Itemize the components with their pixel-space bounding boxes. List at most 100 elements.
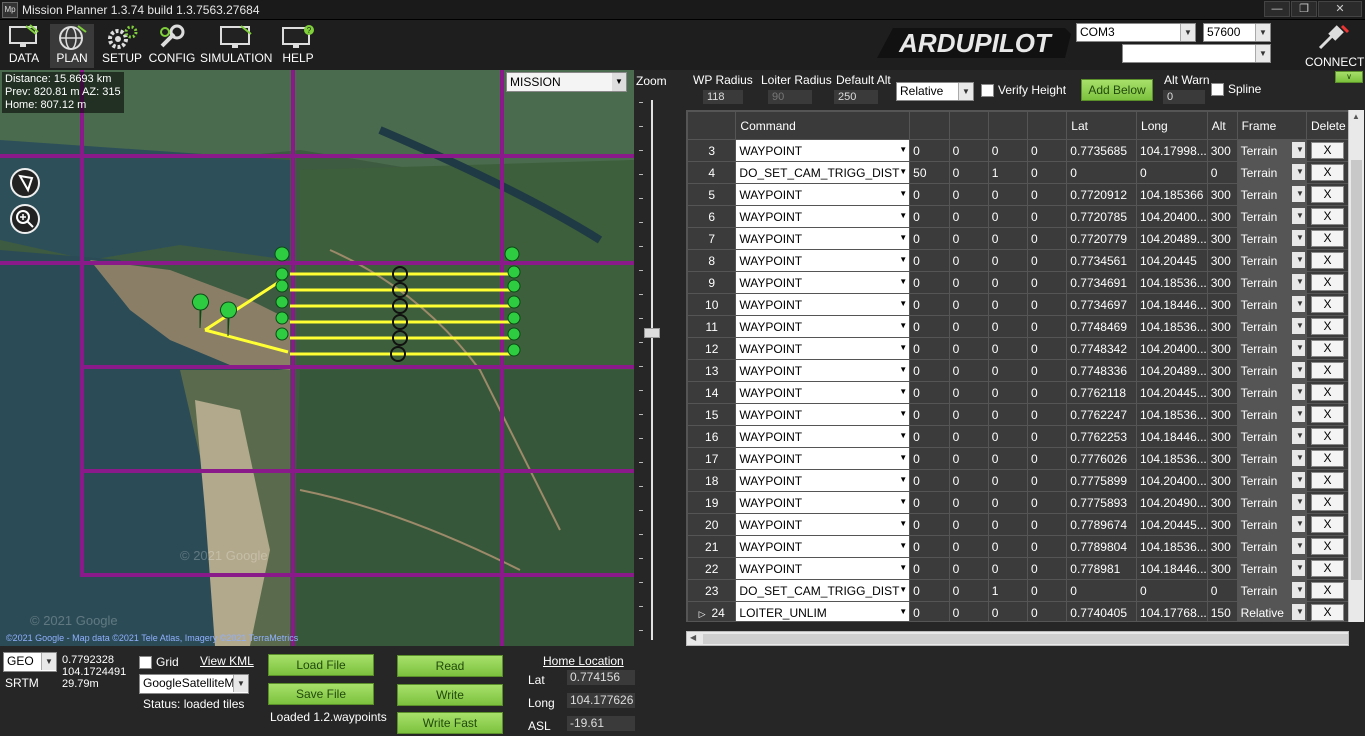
param2-cell[interactable]: 0 <box>948 227 989 250</box>
long-cell[interactable]: 104.17768... <box>1136 601 1208 621</box>
lat-cell[interactable]: 0.7720912 <box>1066 183 1138 206</box>
param2-cell[interactable]: 0 <box>948 535 989 558</box>
grid-vertical-scroll-thumb[interactable] <box>1351 160 1362 580</box>
alt-cell[interactable]: 300 <box>1206 425 1238 448</box>
polygon-tool-button[interactable] <box>10 168 40 198</box>
param3-cell[interactable]: 0 <box>987 557 1029 580</box>
delete-button[interactable]: X <box>1311 164 1344 181</box>
lat-cell[interactable]: 0.7789804 <box>1066 535 1138 558</box>
param1-cell[interactable]: 0 <box>909 139 950 162</box>
table-row[interactable]: 14 WAYPOINT ▼ 0 0 0 0 0.7762118 104.20445... 300 T… <box>687 381 1349 404</box>
alt-cell[interactable]: 300 <box>1206 447 1238 470</box>
param2-cell[interactable]: 0 <box>948 557 989 580</box>
command-select[interactable]: WAYPOINT ▼ <box>735 403 911 426</box>
delete-button[interactable]: X <box>1311 384 1344 401</box>
param3-cell[interactable]: 0 <box>987 227 1029 250</box>
param3-cell[interactable]: 0 <box>987 139 1029 162</box>
long-cell[interactable]: 104.20445... <box>1136 513 1208 536</box>
table-row[interactable]: 10 WAYPOINT ▼ 0 0 0 0 0.7734697 104.18446... 300 T… <box>687 293 1349 316</box>
view-kml-link[interactable]: View KML <box>200 654 254 668</box>
alt-cell[interactable]: 0 <box>1206 579 1238 602</box>
delete-button[interactable]: X <box>1311 208 1344 225</box>
frame-select[interactable]: Terrain ▼ <box>1236 403 1308 426</box>
lat-cell[interactable]: 0.7734691 <box>1066 271 1138 294</box>
header-lat[interactable]: Lat <box>1066 111 1138 140</box>
long-cell[interactable]: 0 <box>1136 161 1208 184</box>
long-cell[interactable]: 104.18536... <box>1136 403 1208 426</box>
frame-select[interactable]: Terrain ▼ <box>1236 491 1308 514</box>
frame-select[interactable]: Terrain ▼ <box>1236 227 1308 250</box>
param4-cell[interactable]: 0 <box>1027 403 1068 426</box>
lat-cell[interactable]: 0.7762118 <box>1066 381 1138 404</box>
com-port-select[interactable]: COM3 ▼ <box>1076 23 1196 42</box>
alt-cell[interactable]: 300 <box>1206 469 1238 492</box>
param4-cell[interactable]: 0 <box>1027 139 1068 162</box>
param4-cell[interactable]: 0 <box>1027 557 1068 580</box>
lat-cell[interactable]: 0.7734561 <box>1066 249 1138 272</box>
frame-select[interactable]: Terrain ▼ <box>1236 579 1308 602</box>
lat-cell[interactable]: 0.7748469 <box>1066 315 1138 338</box>
param1-cell[interactable]: 0 <box>909 293 950 316</box>
command-select[interactable]: WAYPOINT ▼ <box>735 425 911 448</box>
delete-button[interactable]: X <box>1311 428 1344 445</box>
command-select[interactable]: WAYPOINT ▼ <box>735 227 911 250</box>
alt-cell[interactable]: 300 <box>1206 183 1238 206</box>
param4-cell[interactable]: 0 <box>1027 359 1068 382</box>
lat-cell[interactable]: 0 <box>1066 579 1138 602</box>
delete-button[interactable]: X <box>1311 406 1344 423</box>
verify-height-checkbox[interactable] <box>981 84 994 97</box>
command-select[interactable]: WAYPOINT ▼ <box>735 249 911 272</box>
header-param1[interactable] <box>909 111 950 140</box>
param2-cell[interactable]: 0 <box>948 513 989 536</box>
table-row[interactable]: 12 WAYPOINT ▼ 0 0 0 0 0.7748342 104.20400... 300 T… <box>687 337 1349 360</box>
param2-cell[interactable]: 0 <box>948 601 989 621</box>
map-view[interactable]: © 2021 Google © 2021 Google ©2021 Google… <box>0 70 634 646</box>
frame-select[interactable]: Terrain ▼ <box>1236 535 1308 558</box>
wp-radius-field[interactable]: 118 <box>703 90 743 104</box>
param2-cell[interactable]: 0 <box>948 293 989 316</box>
param2-cell[interactable]: 0 <box>948 447 989 470</box>
param1-cell[interactable]: 0 <box>909 425 950 448</box>
minimize-button[interactable]: — <box>1264 1 1290 17</box>
header-frame[interactable]: Frame <box>1236 111 1308 140</box>
param3-cell[interactable]: 0 <box>987 183 1029 206</box>
frame-select[interactable]: Terrain ▼ <box>1236 381 1308 404</box>
param4-cell[interactable]: 0 <box>1027 337 1068 360</box>
long-cell[interactable]: 104.18536... <box>1136 535 1208 558</box>
frame-select[interactable]: Terrain ▼ <box>1236 557 1308 580</box>
param4-cell[interactable]: 0 <box>1027 227 1068 250</box>
param1-cell[interactable]: 0 <box>909 579 950 602</box>
param3-cell[interactable]: 0 <box>987 315 1029 338</box>
map-type-select[interactable]: GoogleSatelliteMap ▼ <box>139 674 249 694</box>
param2-cell[interactable]: 0 <box>948 491 989 514</box>
long-cell[interactable]: 104.18446... <box>1136 425 1208 448</box>
connect-button[interactable]: CONNECT <box>1305 22 1364 69</box>
command-select[interactable]: WAYPOINT ▼ <box>735 205 911 228</box>
home-lat-field[interactable]: 0.774156 <box>567 670 635 685</box>
param3-cell[interactable]: 0 <box>987 535 1029 558</box>
alt-cell[interactable]: 300 <box>1206 381 1238 404</box>
scroll-up-icon[interactable]: ▲ <box>1352 112 1360 121</box>
frame-select[interactable]: Terrain ▼ <box>1236 359 1308 382</box>
alt-cell[interactable]: 300 <box>1206 359 1238 382</box>
delete-button[interactable]: X <box>1311 230 1344 247</box>
param4-cell[interactable]: 0 <box>1027 447 1068 470</box>
delete-button[interactable]: X <box>1311 362 1344 379</box>
alt-cell[interactable]: 300 <box>1206 271 1238 294</box>
table-row[interactable]: 6 WAYPOINT ▼ 0 0 0 0 0.7720785 104.20400... 300 Te… <box>687 205 1349 228</box>
param3-cell[interactable]: 0 <box>987 337 1029 360</box>
grid-vertical-scrollbar[interactable]: ▲ <box>1348 110 1364 622</box>
param3-cell[interactable]: 0 <box>987 249 1029 272</box>
frame-select[interactable]: Terrain ▼ <box>1236 447 1308 470</box>
param2-cell[interactable]: 0 <box>948 425 989 448</box>
alt-cell[interactable]: 300 <box>1206 535 1238 558</box>
default-alt-field[interactable]: 250 <box>834 90 878 104</box>
table-row[interactable]: 23 DO_SET_CAM_TRIGG_DIST ▼ 0 0 1 0 0 0 0 Terrain ▼ X <box>687 579 1349 602</box>
param1-cell[interactable]: 0 <box>909 337 950 360</box>
spline-checkbox[interactable] <box>1211 83 1224 96</box>
long-cell[interactable]: 104.18536... <box>1136 315 1208 338</box>
lat-cell[interactable]: 0 <box>1066 161 1138 184</box>
table-row[interactable]: 5 WAYPOINT ▼ 0 0 0 0 0.7720912 104.185366 300 Terr… <box>687 183 1349 206</box>
param4-cell[interactable]: 0 <box>1027 205 1068 228</box>
param1-cell[interactable]: 0 <box>909 381 950 404</box>
